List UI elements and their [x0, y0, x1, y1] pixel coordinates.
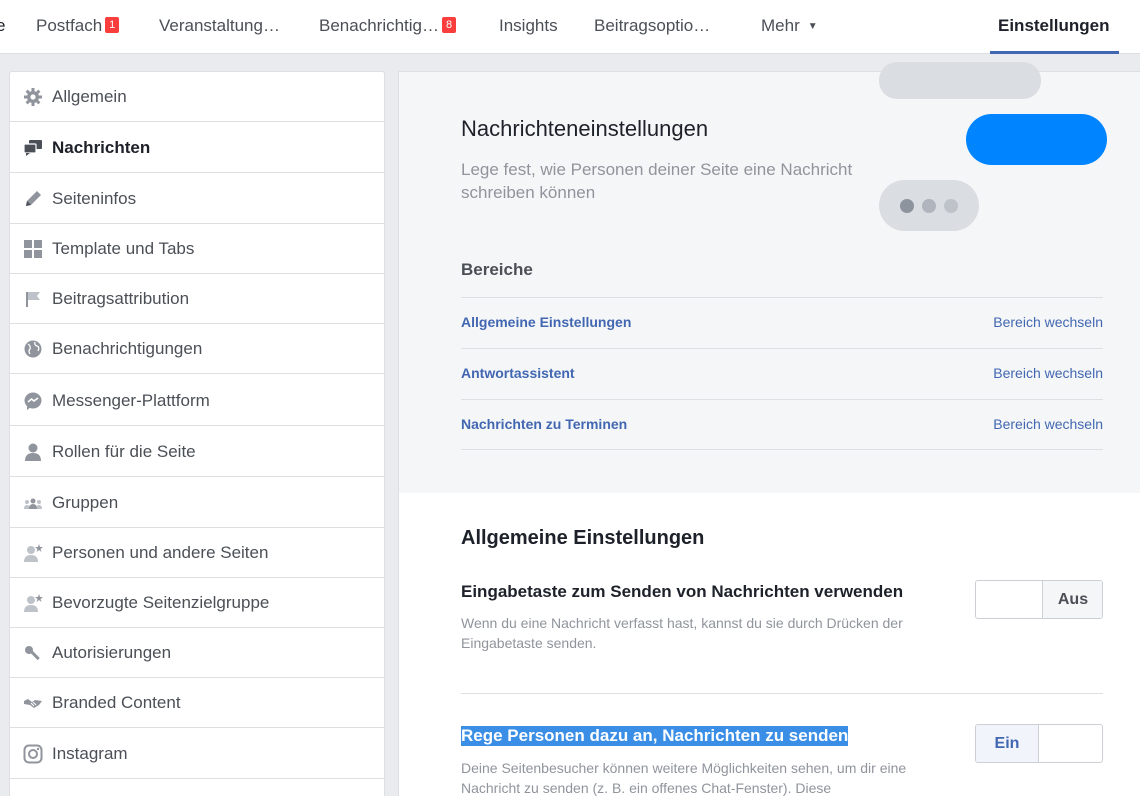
encourage-messages-toggle[interactable]: Ein	[975, 724, 1103, 763]
notification-badge: 8	[442, 17, 457, 33]
gear-icon	[24, 88, 42, 106]
setting-description: Deine Seitenbesucher können weitere Mögl…	[461, 760, 907, 796]
key-icon	[25, 646, 40, 661]
sidebar-item-gruppen[interactable]: Gruppen	[10, 478, 384, 528]
area-link-nachrichten-zu-terminen[interactable]: Nachrichten zu Terminen	[461, 416, 627, 432]
person-star-icon	[24, 594, 43, 612]
pencil-icon	[26, 191, 41, 206]
general-settings-heading: Allgemeine Einstellungen	[461, 527, 705, 549]
nav-item-veranstaltungen[interactable]: Veranstaltung…	[159, 16, 280, 36]
sidebar-item-label: Autorisierungen	[52, 643, 172, 662]
nav-item-beitragsoptionen[interactable]: Beitragsoptio…	[594, 16, 710, 36]
sidebar-item-label: Beitragsattribution	[52, 289, 190, 308]
nav-item-label: Beitragsoptio…	[594, 16, 711, 35]
messages-icon	[23, 140, 42, 156]
nav-item-label: Veranstaltung…	[159, 16, 280, 35]
divider	[461, 693, 1103, 694]
grid-icon	[24, 240, 42, 258]
page-title: Nachrichteneinstellungen	[461, 116, 709, 141]
setting-title: Rege Personen dazu an, Nachrichten zu se…	[461, 726, 849, 746]
person-star-icon	[24, 544, 43, 562]
chat-bubble-illustration	[879, 62, 1041, 99]
instagram-icon	[23, 744, 43, 764]
sidebar-item-allgemein[interactable]: Allgemein	[10, 72, 384, 122]
area-link-allgemeine-einstellungen[interactable]: Allgemeine Einstellungen	[461, 314, 631, 330]
main-panel: Nachrichteneinstellungen Lege fest, wie …	[398, 62, 1140, 796]
typing-indicator-illustration	[879, 180, 979, 231]
sidebar-item-label: Benachrichtigungen	[52, 339, 203, 358]
switch-area-link[interactable]: Bereich wechseln	[993, 314, 1103, 330]
nav-item-mehr[interactable]: Mehr ▼	[761, 16, 818, 36]
sidebar-item-label: Allgemein	[52, 87, 127, 106]
nav-item-einstellungen[interactable]: Einstellungen	[990, 0, 1119, 54]
nav-item-cut-off[interactable]: e	[0, 16, 5, 36]
switch-area-link[interactable]: Bereich wechseln	[993, 365, 1103, 381]
toggle-state-label: Ein	[976, 725, 1039, 762]
settings-sidebar: Allgemein Nachrichten Seiteninfos Templa…	[9, 71, 385, 796]
sidebar-item-seiteninfos[interactable]: Seiteninfos	[10, 174, 384, 224]
typing-dot	[922, 199, 936, 213]
sidebar-item-messenger-plattform[interactable]: Messenger-Plattform	[10, 376, 384, 426]
sidebar-item-label: Gruppen	[52, 493, 119, 512]
sidebar-item-label: Bevorzugte Seitenzielgruppe	[52, 593, 270, 612]
toggle-state-label: Aus	[1042, 581, 1102, 618]
sidebar-item-label: Messenger-Plattform	[52, 391, 210, 410]
sidebar-item-bevorzugte-seitenzielgruppe[interactable]: Bevorzugte Seitenzielgruppe	[10, 578, 384, 628]
active-tab-indicator	[990, 51, 1119, 54]
sidebar-item-rollen[interactable]: Rollen für die Seite	[10, 427, 384, 477]
sidebar-item-label: Branded Content	[52, 693, 181, 712]
sidebar-item-label: Nachrichten	[52, 138, 151, 157]
nav-item-postfach[interactable]: Postfach 1	[36, 16, 120, 36]
nav-item-insights[interactable]: Insights	[499, 16, 558, 36]
sidebar-item-label: Instagram	[52, 744, 128, 763]
nav-item-label: Einstellungen	[998, 16, 1110, 35]
sidebar-item-instagram[interactable]: Instagram	[10, 729, 384, 779]
sidebar-item-nachrichten[interactable]: Nachrichten	[10, 123, 384, 173]
caret-down-icon: ▼	[807, 21, 818, 32]
page-subtitle: Lege fest, wie Personen deiner Seite ein…	[461, 160, 853, 202]
nav-item-benachrichtigungen[interactable]: Benachrichtig… 8	[319, 16, 457, 36]
sidebar-item-beitragsattribution[interactable]: Beitragsattribution	[10, 274, 384, 324]
nav-item-label: Mehr	[761, 16, 800, 35]
person-icon	[25, 443, 41, 461]
nav-item-label: Insights	[499, 16, 558, 35]
sidebar-item-template-und-tabs[interactable]: Template und Tabs	[10, 224, 384, 274]
areas-heading: Bereiche	[461, 260, 533, 279]
sidebar-item-autorisierungen[interactable]: Autorisierungen	[10, 628, 384, 678]
sidebar-item-label: Personen und andere Seiten	[52, 543, 269, 562]
setting-description: Wenn du eine Nachricht verfasst hast, ka…	[461, 615, 903, 651]
top-nav: e Postfach 1 Veranstaltung… Benachrichtig…	[0, 0, 1140, 54]
notification-badge: 1	[105, 17, 120, 33]
sidebar-item-label: Template und Tabs	[52, 239, 195, 258]
globe-icon	[24, 340, 42, 358]
area-row: Antwortassistent Bereich wechseln	[461, 348, 1103, 399]
handshake-icon	[24, 699, 42, 708]
typing-dot	[900, 199, 914, 213]
nav-item-label: Postfach	[36, 16, 103, 35]
chat-bubble-illustration	[966, 114, 1107, 165]
switch-area-link[interactable]: Bereich wechseln	[993, 416, 1103, 432]
sidebar-item-personen-und-andere-seiten[interactable]: Personen und andere Seiten	[10, 528, 384, 578]
nav-item-label: Benachrichtig…	[319, 16, 440, 35]
enter-to-send-toggle[interactable]: Aus	[975, 580, 1103, 619]
setting-title: Eingabetaste zum Senden von Nachrichten …	[461, 582, 904, 601]
area-row: Allgemeine Einstellungen Bereich wechsel…	[461, 297, 1103, 348]
area-row: Nachrichten zu Terminen Bereich wechseln	[461, 399, 1103, 450]
flag-icon	[26, 292, 40, 307]
message-settings-header: Nachrichteneinstellungen Lege fest, wie …	[399, 62, 1140, 493]
sidebar-item-branded-content[interactable]: Branded Content	[10, 678, 384, 728]
sidebar-item-label: Seiteninfos	[52, 189, 137, 208]
group-icon	[24, 498, 42, 509]
area-link-antwortassistent[interactable]: Antwortassistent	[461, 365, 575, 381]
messenger-icon	[24, 392, 42, 410]
typing-dot	[944, 199, 958, 213]
sidebar-item-label: Rollen für die Seite	[52, 442, 196, 461]
sidebar-item-benachrichtigungen[interactable]: Benachrichtigungen	[10, 324, 384, 374]
